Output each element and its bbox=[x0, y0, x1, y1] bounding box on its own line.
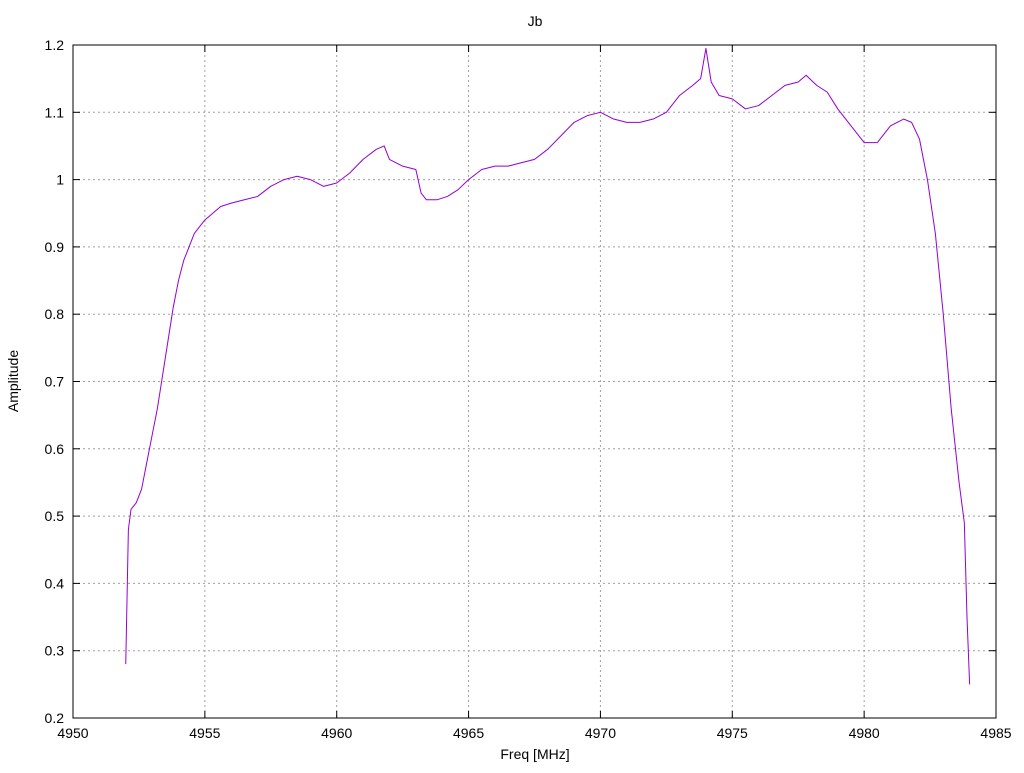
x-tick-label: 4950 bbox=[57, 725, 88, 741]
y-tick-label: 0.6 bbox=[45, 441, 65, 457]
y-axis-label: Amplitude bbox=[5, 350, 21, 412]
x-axis-label: Freq [MHz] bbox=[500, 746, 569, 762]
x-tick-label: 4985 bbox=[980, 725, 1011, 741]
y-tick-label: 0.8 bbox=[45, 306, 65, 322]
y-tick-label: 0.4 bbox=[45, 575, 65, 591]
y-tick-label: 0.3 bbox=[45, 643, 65, 659]
y-tick-label: 1 bbox=[56, 172, 64, 188]
chart-container: Jb 4950 4955 4960 4965 4970 4975 4980 4985 0.2 0.… bbox=[0, 0, 1024, 768]
series-line-0 bbox=[125, 47, 971, 685]
y-tick-label: 1.1 bbox=[45, 104, 65, 120]
y-tick-label: 1.2 bbox=[45, 37, 65, 53]
gridlines bbox=[73, 45, 996, 718]
series-group bbox=[125, 47, 971, 685]
y-tick-label: 0.7 bbox=[45, 374, 65, 390]
chart-title: Jb bbox=[528, 13, 543, 29]
x-tick-label: 4975 bbox=[717, 725, 748, 741]
x-tick-label: 4980 bbox=[849, 725, 880, 741]
y-tick-label: 0.2 bbox=[45, 710, 65, 726]
x-tick-label: 4955 bbox=[189, 725, 220, 741]
x-tick-label: 4960 bbox=[321, 725, 352, 741]
line-chart: Jb 4950 4955 4960 4965 4970 4975 4980 4985 0.2 0.… bbox=[5, 13, 1012, 762]
x-tick-label: 4970 bbox=[585, 725, 616, 741]
y-tick-label: 0.5 bbox=[45, 508, 65, 524]
y-tick-label: 0.9 bbox=[45, 239, 65, 255]
x-tick-label: 4965 bbox=[453, 725, 484, 741]
